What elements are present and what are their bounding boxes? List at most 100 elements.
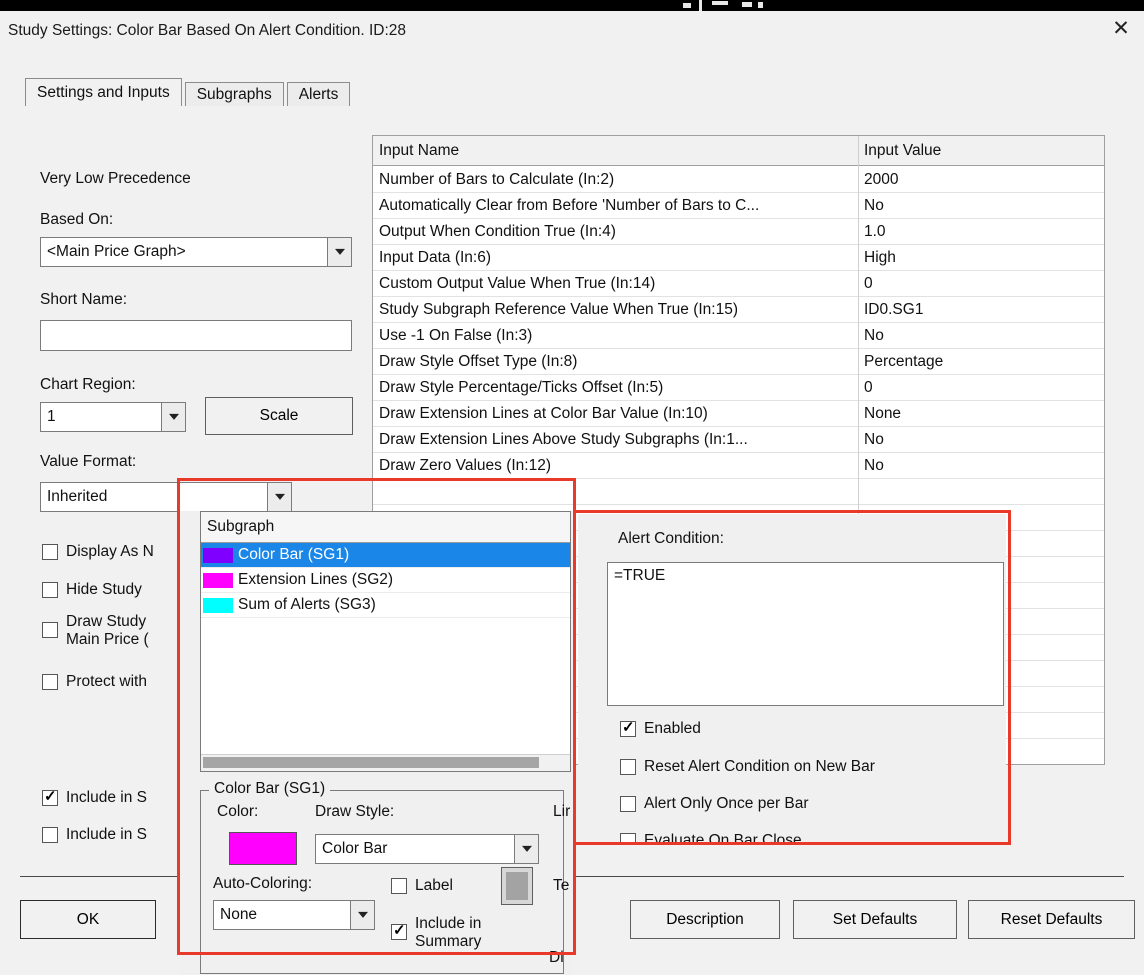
alert-option-checkbox[interactable]: Enabled: [620, 718, 701, 738]
draw-style-dropdown[interactable]: Color Bar: [315, 834, 539, 864]
chevron-down-icon[interactable]: [161, 403, 185, 431]
chart-region-label: Chart Region:: [40, 376, 136, 393]
tab-subgraphs[interactable]: Subgraphs: [184, 82, 284, 106]
checkbox-label: Display As N: [66, 543, 154, 560]
checkbox[interactable]: [620, 833, 636, 844]
input-value-cell: No: [864, 457, 884, 474]
checkbox[interactable]: [620, 718, 636, 737]
checkbox-include-in-summary[interactable]: Include inSummary: [391, 915, 481, 951]
checkbox-protect-with[interactable]: Protect with: [42, 673, 147, 691]
table-row[interactable]: Custom Output Value When True (In:14) 0: [373, 271, 1104, 297]
input-name-cell: Input Data (In:6): [379, 249, 492, 266]
table-row[interactable]: Draw Style Percentage/Ticks Offset (In:5…: [373, 375, 1104, 401]
checkbox-include-2[interactable]: Include in S: [42, 826, 147, 844]
scrollbar-thumb[interactable]: [203, 757, 539, 768]
input-name-cell: Study Subgraph Reference Value When True…: [379, 301, 739, 318]
tab-settings-and-inputs[interactable]: Settings and Inputs: [25, 78, 182, 106]
top-artifact: [742, 2, 752, 7]
subgraph-popup: Subgraph Color Bar (SG1) Extension Lines …: [180, 511, 573, 975]
value-format-dropdown[interactable]: Inherited: [40, 482, 292, 512]
table-row[interactable]: Input Data (In:6) High: [373, 245, 1104, 271]
input-value-cell: None: [864, 405, 902, 422]
checkbox[interactable]: [391, 921, 407, 940]
input-name-cell: Use -1 On False (In:3): [379, 327, 533, 344]
based-on-label: Based On:: [40, 211, 114, 228]
checkbox[interactable]: [42, 582, 58, 598]
checkbox-include-1[interactable]: Include in S: [42, 787, 147, 807]
table-row[interactable]: Automatically Clear from Before 'Number …: [373, 193, 1104, 219]
description-button[interactable]: Description: [630, 900, 780, 939]
dialog-title: Study Settings: Color Bar Based On Alert…: [8, 22, 407, 39]
reset-defaults-button[interactable]: Reset Defaults: [968, 900, 1135, 939]
input-name-cell: Draw Extension Lines at Color Bar Value …: [379, 405, 708, 422]
alert-condition-label: Alert Condition:: [618, 530, 724, 547]
scale-button[interactable]: Scale: [205, 397, 353, 435]
subgraph-list-item[interactable]: Extension Lines (SG2): [201, 568, 570, 593]
checkbox-label: Hide Study: [66, 581, 142, 598]
chevron-down-icon[interactable]: [327, 238, 351, 266]
subgraph-list-item[interactable]: Color Bar (SG1): [201, 543, 570, 568]
based-on-dropdown[interactable]: <Main Price Graph>: [40, 237, 352, 267]
checkbox-draw-study-main-price[interactable]: Draw Study Main Price (: [42, 613, 149, 649]
checkbox[interactable]: [42, 827, 58, 843]
color-bar-groupbox: Color Bar (SG1) Color: Draw Style: Color…: [200, 780, 570, 974]
checkbox[interactable]: [42, 544, 58, 560]
checkbox[interactable]: [42, 622, 58, 638]
alert-option-checkbox[interactable]: Evaluate On Bar Close: [620, 832, 802, 844]
input-name-header: Input Name: [379, 142, 460, 159]
checkbox[interactable]: [620, 796, 636, 812]
alert-popup: Alert Condition: =TRUE Enabled Reset Aler…: [578, 514, 1006, 844]
alert-condition-input[interactable]: =TRUE: [607, 562, 1004, 706]
short-name-input[interactable]: [40, 320, 352, 351]
table-row[interactable]: Number of Bars to Calculate (In:2) 2000: [373, 167, 1104, 193]
table-row[interactable]: Use -1 On False (In:3) No: [373, 323, 1104, 349]
subgraph-color-swatch: [203, 572, 233, 588]
input-value-cell: 0: [864, 379, 873, 396]
checkbox-hide-study[interactable]: Hide Study: [42, 581, 142, 599]
checkbox-label-option[interactable]: Label: [391, 877, 453, 895]
table-row[interactable]: Study Subgraph Reference Value When True…: [373, 297, 1104, 323]
chevron-down-icon[interactable]: [267, 483, 291, 511]
subgraph-color-swatch: [203, 597, 233, 613]
subgraph-list-header: Subgraph: [201, 512, 570, 543]
display-label-partial: Di: [549, 949, 564, 966]
table-row[interactable]: Draw Extension Lines Above Study Subgrap…: [373, 427, 1104, 453]
auto-coloring-value: None: [220, 906, 258, 923]
subgraph-list-item[interactable]: Sum of Alerts (SG3): [201, 593, 570, 618]
set-defaults-button[interactable]: Set Defaults: [793, 900, 957, 939]
input-name-cell: Output When Condition True (In:4): [379, 223, 616, 240]
tab-alerts[interactable]: Alerts: [286, 82, 351, 106]
table-row[interactable]: Draw Zero Values (In:12) No: [373, 453, 1104, 479]
horizontal-scrollbar[interactable]: [201, 754, 570, 771]
checkbox[interactable]: [42, 787, 58, 806]
chevron-down-icon[interactable]: [350, 901, 374, 929]
alert-option-checkbox[interactable]: Alert Only Once per Bar: [620, 795, 809, 813]
chevron-down-icon[interactable]: [514, 835, 538, 863]
short-name-label: Short Name:: [40, 291, 128, 308]
checkbox[interactable]: [391, 878, 407, 894]
subgraph-listbox: Subgraph Color Bar (SG1) Extension Lines …: [200, 511, 571, 772]
checkbox[interactable]: [42, 674, 58, 690]
checkbox-label: Include in S: [66, 826, 147, 843]
value-format-value: Inherited: [47, 488, 108, 505]
line-label-partial: Lir: [553, 803, 571, 820]
checkbox-display-as[interactable]: Display As N: [42, 543, 154, 561]
chart-region-value: 1: [47, 408, 56, 425]
secondary-color-button[interactable]: [501, 867, 533, 905]
close-icon[interactable]: ✕: [1106, 14, 1136, 42]
primary-color-swatch-button[interactable]: [229, 832, 297, 865]
chart-region-dropdown[interactable]: 1: [40, 402, 186, 432]
checkbox-label: Enabled: [644, 720, 701, 737]
checkbox[interactable]: [620, 759, 636, 775]
input-value-cell: Percentage: [864, 353, 944, 370]
checkbox-label: Draw Study Main Price (: [66, 613, 149, 648]
based-on-value: <Main Price Graph>: [47, 243, 186, 260]
alert-option-checkbox[interactable]: Reset Alert Condition on New Bar: [620, 758, 875, 776]
input-value-cell: No: [864, 327, 884, 344]
table-row[interactable]: Draw Extension Lines at Color Bar Value …: [373, 401, 1104, 427]
input-value-cell: No: [864, 197, 884, 214]
auto-coloring-dropdown[interactable]: None: [213, 900, 375, 930]
table-row[interactable]: Output When Condition True (In:4) 1.0: [373, 219, 1104, 245]
ok-button[interactable]: OK: [20, 900, 156, 939]
table-row[interactable]: Draw Style Offset Type (In:8) Percentage: [373, 349, 1104, 375]
